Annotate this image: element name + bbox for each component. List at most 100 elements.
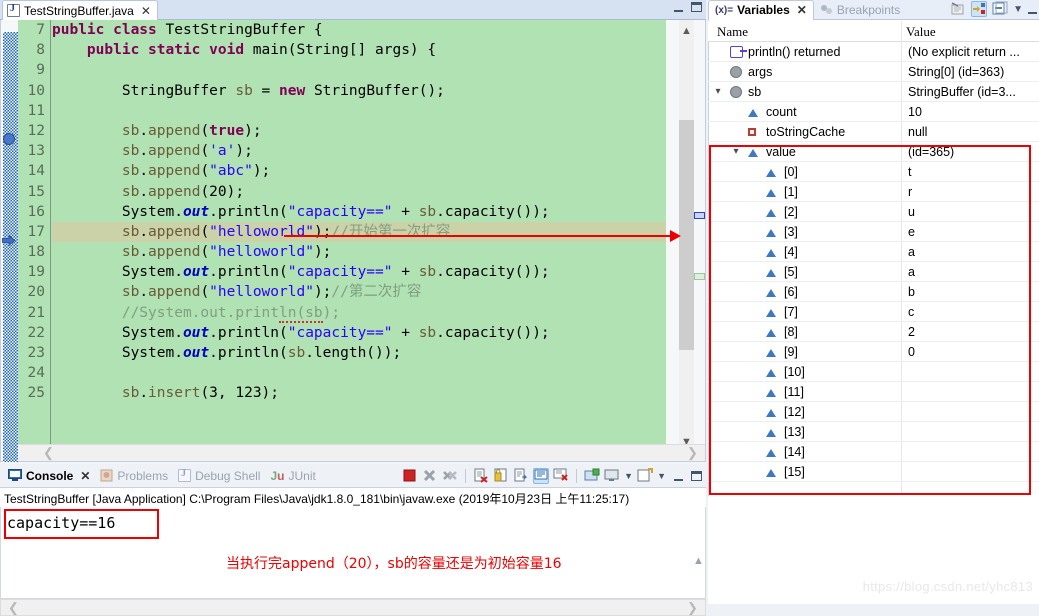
variable-row[interactable]: ▾ sb StringBuffer (id=3... bbox=[708, 82, 1039, 102]
tab-junit[interactable]: Ju JUnit bbox=[270, 469, 315, 483]
show-console-on-output-icon[interactable] bbox=[533, 468, 550, 484]
scroll-up-icon[interactable]: ▲ bbox=[679, 23, 694, 39]
editor-horizontal-scrollbar[interactable]: ❮ ❯ bbox=[18, 444, 705, 461]
layout-icon[interactable] bbox=[992, 1, 1008, 17]
word-wrap-icon[interactable] bbox=[513, 468, 529, 484]
code-editor[interactable]: 7 8 9 10 11 12 13 14 15 16 17 18 19 20 21 22 23 24 25 publ… bbox=[0, 20, 706, 462]
tab-console[interactable]: Console ✕ bbox=[8, 469, 90, 483]
code-line[interactable]: System.out.println("capacity==" + sb.cap… bbox=[52, 202, 666, 222]
scroll-left-icon[interactable]: ❮ bbox=[5, 600, 22, 616]
close-icon[interactable]: ✕ bbox=[80, 470, 90, 482]
breakpoint-icon[interactable] bbox=[3, 133, 15, 145]
code-line[interactable]: sb.append("helloworld"); bbox=[52, 242, 666, 262]
clear-console-icon[interactable] bbox=[473, 468, 489, 484]
console-output-area[interactable]: capacity==16 当执行完append（20），sb的容量还是为初始容量… bbox=[0, 507, 706, 599]
code-line[interactable]: sb.append("helloworld");//开始第一次扩容 bbox=[52, 221, 666, 243]
variable-row[interactable]: [4] a bbox=[708, 242, 1039, 262]
variable-row[interactable]: [3] e bbox=[708, 222, 1039, 242]
variable-row[interactable]: [1] r bbox=[708, 182, 1039, 202]
variables-row-list[interactable]: println() returned (No explicit return ..… bbox=[708, 42, 1039, 495]
variable-row[interactable]: count 10 bbox=[708, 102, 1039, 122]
code-line[interactable] bbox=[52, 363, 666, 383]
maximize-icon[interactable] bbox=[691, 2, 702, 12]
code-line[interactable]: sb.append(20); bbox=[52, 182, 666, 202]
line-number: 21 bbox=[27, 304, 45, 321]
variable-value: c bbox=[908, 304, 915, 319]
pin-console-icon[interactable] bbox=[553, 468, 569, 484]
variable-name: [15] bbox=[784, 464, 805, 479]
variable-row[interactable]: [9] 0 bbox=[708, 342, 1039, 362]
remove-launch-icon[interactable] bbox=[422, 468, 438, 484]
code-line[interactable]: sb.append("helloworld");//第二次扩容 bbox=[52, 282, 666, 302]
code-line[interactable]: sb.append(true); bbox=[52, 121, 666, 141]
tab-breakpoints[interactable]: Breakpoints bbox=[814, 0, 906, 20]
variable-name: [14] bbox=[784, 444, 805, 459]
variable-row[interactable]: [11] bbox=[708, 382, 1039, 402]
tab-problems[interactable]: Problems bbox=[100, 469, 168, 483]
code-line[interactable]: //System.out.println(sb); bbox=[52, 303, 666, 323]
variable-row[interactable]: [12] bbox=[708, 402, 1039, 422]
maximize-icon[interactable] bbox=[691, 471, 702, 481]
minimize-icon[interactable] bbox=[1028, 5, 1037, 14]
variable-value: t bbox=[908, 164, 912, 179]
scrollbar-thumb[interactable] bbox=[679, 120, 694, 350]
variable-row[interactable]: [10] bbox=[708, 362, 1039, 382]
code-line[interactable]: sb.insert(3, 123); bbox=[52, 383, 666, 403]
display-selected-console-icon[interactable] bbox=[604, 468, 620, 484]
variable-row[interactable]: [2] u bbox=[708, 202, 1039, 222]
variable-row[interactable]: [0] t bbox=[708, 162, 1039, 182]
code-line[interactable]: sb.append("abc"); bbox=[52, 161, 666, 181]
scroll-left-icon[interactable]: ❮ bbox=[40, 445, 57, 461]
editor-vertical-scrollbar[interactable]: ▲ ▼ bbox=[679, 20, 694, 453]
scroll-lock-icon[interactable] bbox=[493, 468, 509, 484]
close-icon[interactable]: ✕ bbox=[797, 4, 807, 16]
open-console-icon[interactable] bbox=[584, 468, 600, 484]
tab-debug-shell[interactable]: Debug Shell bbox=[178, 468, 260, 483]
console-horizontal-scrollbar[interactable]: ❮ ❯ bbox=[0, 599, 706, 616]
chevron-down-icon[interactable]: ▼ bbox=[657, 471, 666, 481]
code-line[interactable] bbox=[52, 101, 666, 121]
scroll-right-icon[interactable]: ❯ bbox=[684, 445, 701, 461]
close-icon[interactable]: ✕ bbox=[141, 5, 151, 17]
minimize-icon[interactable] bbox=[674, 472, 683, 481]
chevron-down-icon[interactable]: ▼ bbox=[624, 471, 633, 481]
remove-all-launches-icon[interactable] bbox=[442, 468, 458, 484]
console-vertical-scrollbar[interactable]: ▲ ▼ bbox=[691, 550, 705, 598]
code-line[interactable]: System.out.println(sb.length()); bbox=[52, 343, 666, 363]
variable-row[interactable]: args String[0] (id=363) bbox=[708, 62, 1039, 82]
new-console-view-icon[interactable] bbox=[637, 468, 654, 484]
code-line[interactable]: public class TestStringBuffer { bbox=[52, 20, 666, 40]
variable-row[interactable]: [13] bbox=[708, 422, 1039, 442]
variable-value: 2 bbox=[908, 324, 915, 339]
collapse-all-icon[interactable] bbox=[950, 1, 966, 17]
code-line[interactable] bbox=[52, 60, 666, 80]
code-line[interactable]: public static void main(String[] args) { bbox=[52, 40, 666, 60]
variable-row[interactable]: [7] c bbox=[708, 302, 1039, 322]
terminate-icon[interactable] bbox=[402, 468, 418, 484]
variable-value: (No explicit return ... bbox=[908, 44, 1020, 59]
scroll-right-icon[interactable]: ❯ bbox=[684, 600, 701, 616]
code-line[interactable]: StringBuffer sb = new StringBuffer(); bbox=[52, 81, 666, 101]
show-logical-structure-icon[interactable] bbox=[971, 1, 988, 17]
chevron-down-icon[interactable]: ▾ bbox=[712, 86, 724, 97]
variable-row[interactable]: println() returned (No explicit return ..… bbox=[708, 42, 1039, 62]
variable-row[interactable]: ▾ value (id=365) bbox=[708, 142, 1039, 162]
overview-marker-blue[interactable] bbox=[694, 212, 705, 219]
variable-row[interactable]: [6] b bbox=[708, 282, 1039, 302]
code-line[interactable]: System.out.println("capacity==" + sb.cap… bbox=[52, 323, 666, 343]
variable-row[interactable]: [5] a bbox=[708, 262, 1039, 282]
scroll-up-icon[interactable]: ▲ bbox=[691, 553, 705, 569]
variable-row[interactable]: [15] bbox=[708, 462, 1039, 482]
code-line[interactable]: System.out.println("capacity==" + sb.cap… bbox=[52, 262, 666, 282]
variable-row[interactable]: toStringCache null bbox=[708, 122, 1039, 142]
variable-row[interactable]: [8] 2 bbox=[708, 322, 1039, 342]
view-menu-icon[interactable]: ▼ bbox=[1013, 4, 1023, 15]
tab-variables[interactable]: (x)= Variables ✕ bbox=[708, 0, 814, 20]
code-line[interactable]: sb.append('a'); bbox=[52, 141, 666, 161]
editor-window-buttons bbox=[674, 2, 702, 12]
editor-tab-teststringbuffer[interactable]: TestStringBuffer.java ✕ bbox=[2, 0, 158, 20]
variable-row[interactable]: [14] bbox=[708, 442, 1039, 462]
minimize-icon[interactable] bbox=[674, 3, 683, 12]
overview-marker-green[interactable] bbox=[694, 273, 705, 280]
chevron-down-icon[interactable]: ▾ bbox=[730, 146, 742, 157]
